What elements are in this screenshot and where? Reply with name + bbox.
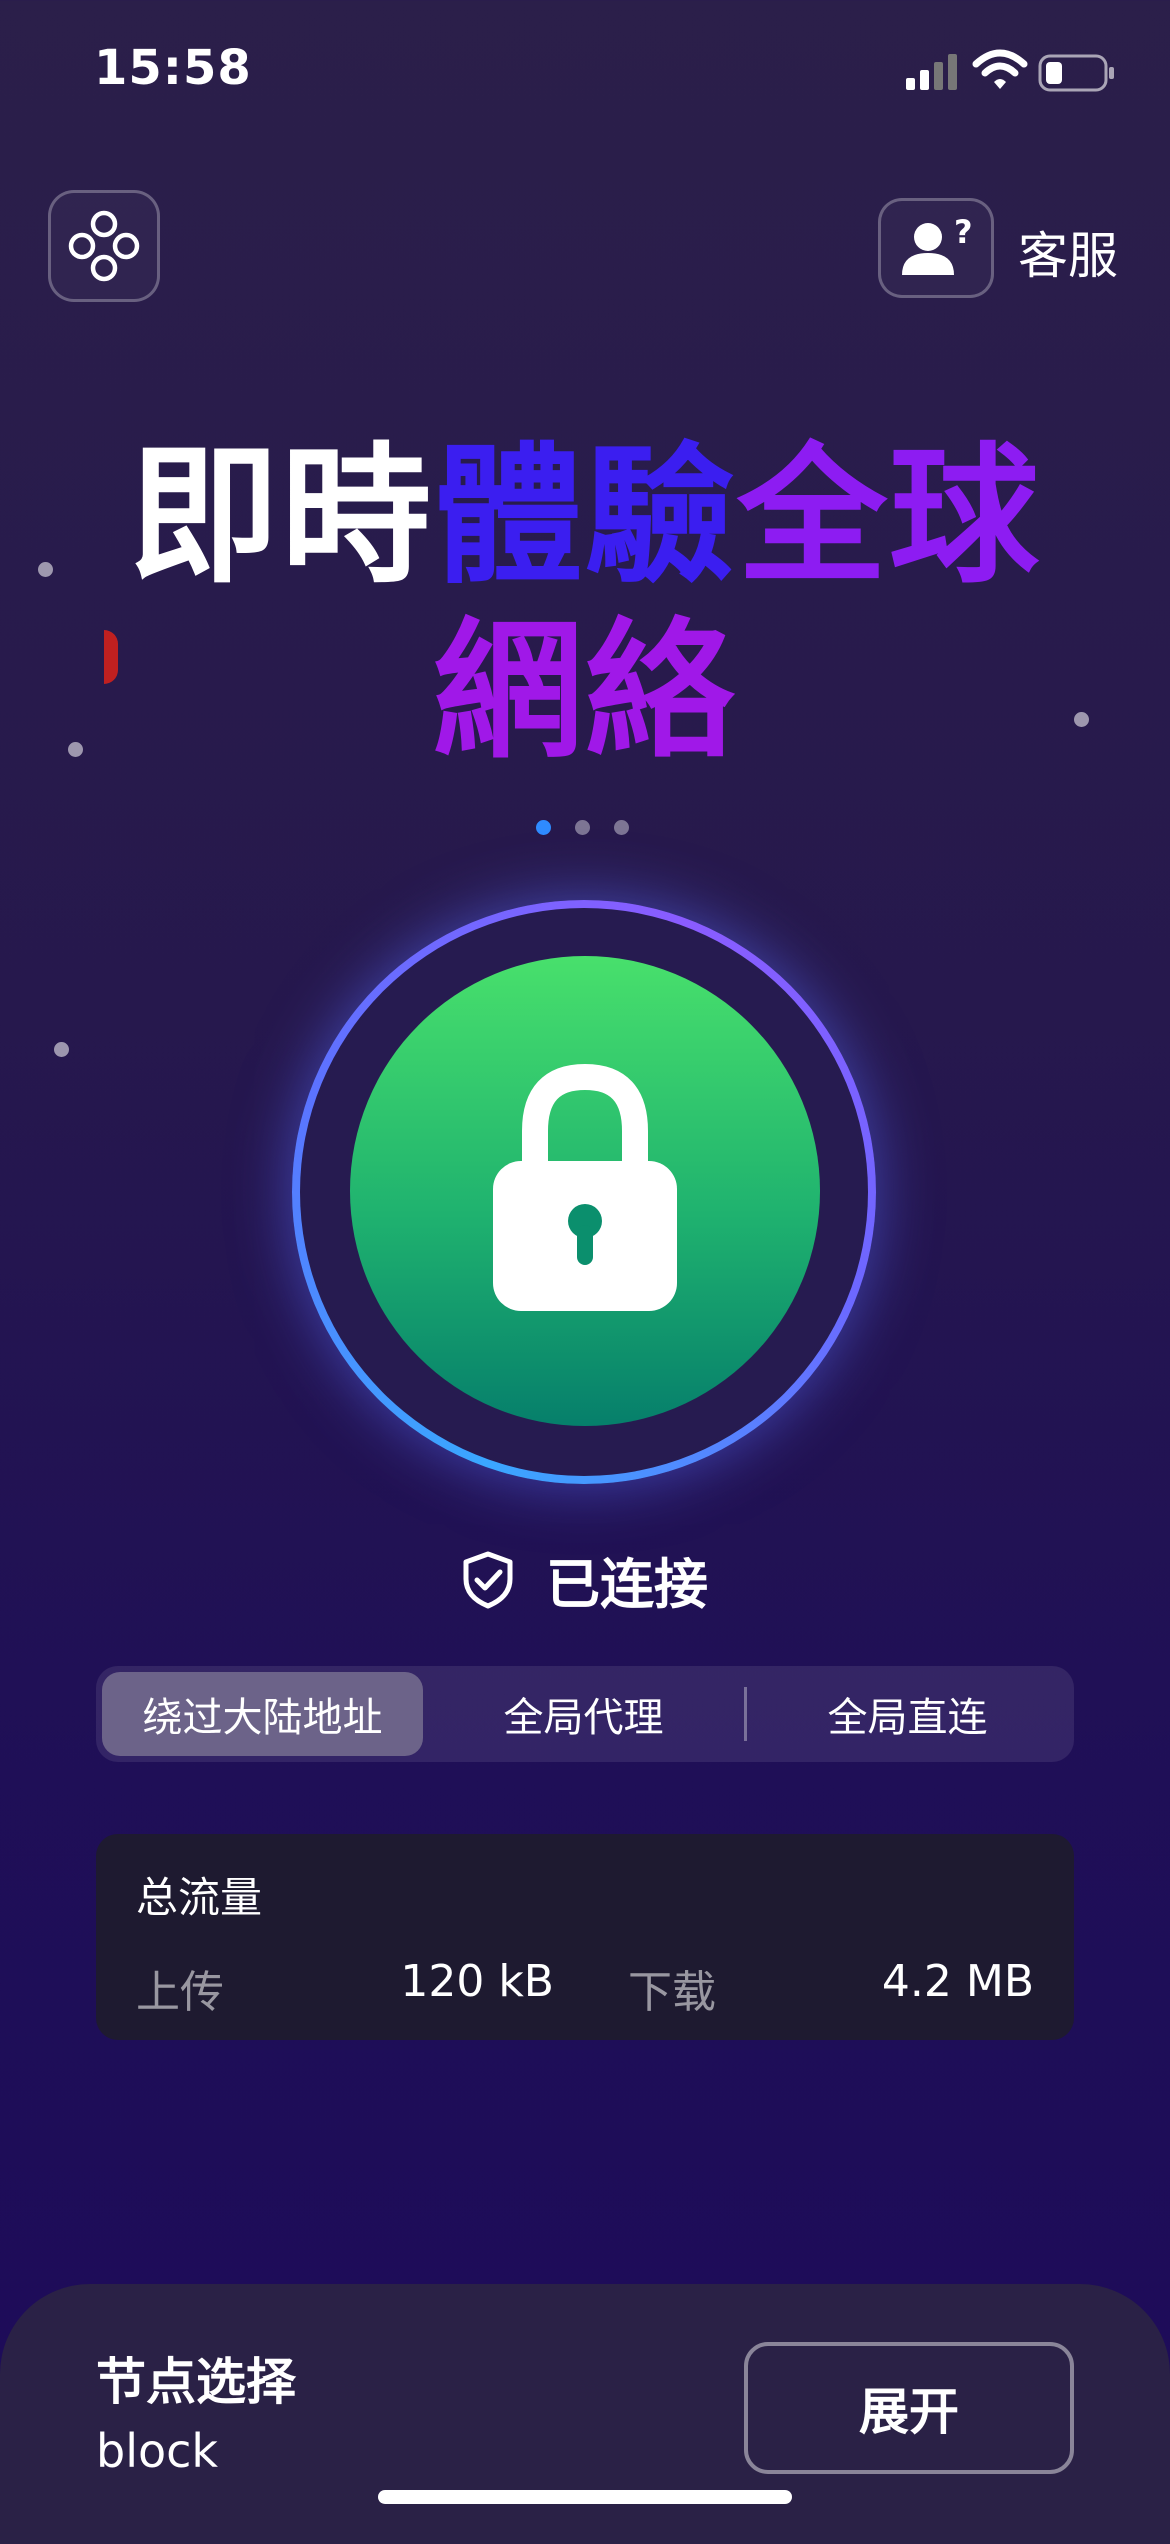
mode-tab-global-proxy[interactable]: 全局代理 [423, 1672, 744, 1756]
home-indicator[interactable] [378, 2490, 792, 2504]
status-time: 15:58 [94, 40, 252, 96]
mode-tab-bypass-mainland[interactable]: 绕过大陆地址 [102, 1672, 423, 1756]
download-value: 4.2 MB [881, 1956, 1034, 2007]
mode-selector: 绕过大陆地址 全局代理 全局直连 [96, 1666, 1074, 1762]
hero-headline: 即時體驗全球 網絡 [0, 430, 1170, 780]
upload-label: 上传 [136, 1967, 224, 2018]
node-value: block [96, 2424, 219, 2478]
hero-part2: 體驗 [432, 430, 737, 604]
connection-status: 已连接 [0, 1540, 1170, 1619]
apps-icon [68, 210, 140, 282]
mode-tab-global-direct[interactable]: 全局直连 [747, 1672, 1068, 1756]
pager-dot[interactable] [614, 820, 629, 835]
support-button[interactable]: ? [878, 198, 994, 298]
user-help-icon: ? [902, 213, 973, 275]
connect-button[interactable] [350, 956, 820, 1426]
carousel-pager[interactable] [536, 820, 629, 835]
battery-icon [1038, 54, 1114, 92]
hero-part3: 全球 [737, 430, 1042, 604]
hero-part4: 網絡 [432, 605, 737, 779]
support-label[interactable]: 客服 [1018, 216, 1118, 288]
shield-check-icon [463, 1551, 513, 1608]
connection-status-text: 已连接 [546, 1553, 708, 1616]
pager-dot[interactable] [575, 820, 590, 835]
node-title: 节点选择 [96, 2353, 296, 2411]
upload-value: 120 kB [400, 1956, 554, 2007]
download-label: 下载 [628, 1967, 716, 2018]
svg-text:?: ? [954, 213, 973, 251]
expand-button[interactable]: 展开 [744, 2342, 1074, 2474]
lock-icon [493, 1063, 677, 1311]
menu-button[interactable] [48, 190, 160, 302]
hero-part1: 即時 [128, 430, 433, 604]
traffic-card: 总流量 上传 120 kB 下载 4.2 MB [96, 1834, 1074, 2040]
traffic-title: 总流量 [136, 1873, 263, 1922]
cellular-signal-icon [906, 54, 957, 90]
pager-dot-active[interactable] [536, 820, 551, 835]
wifi-icon [972, 49, 1028, 89]
decor-dot [54, 1042, 69, 1057]
